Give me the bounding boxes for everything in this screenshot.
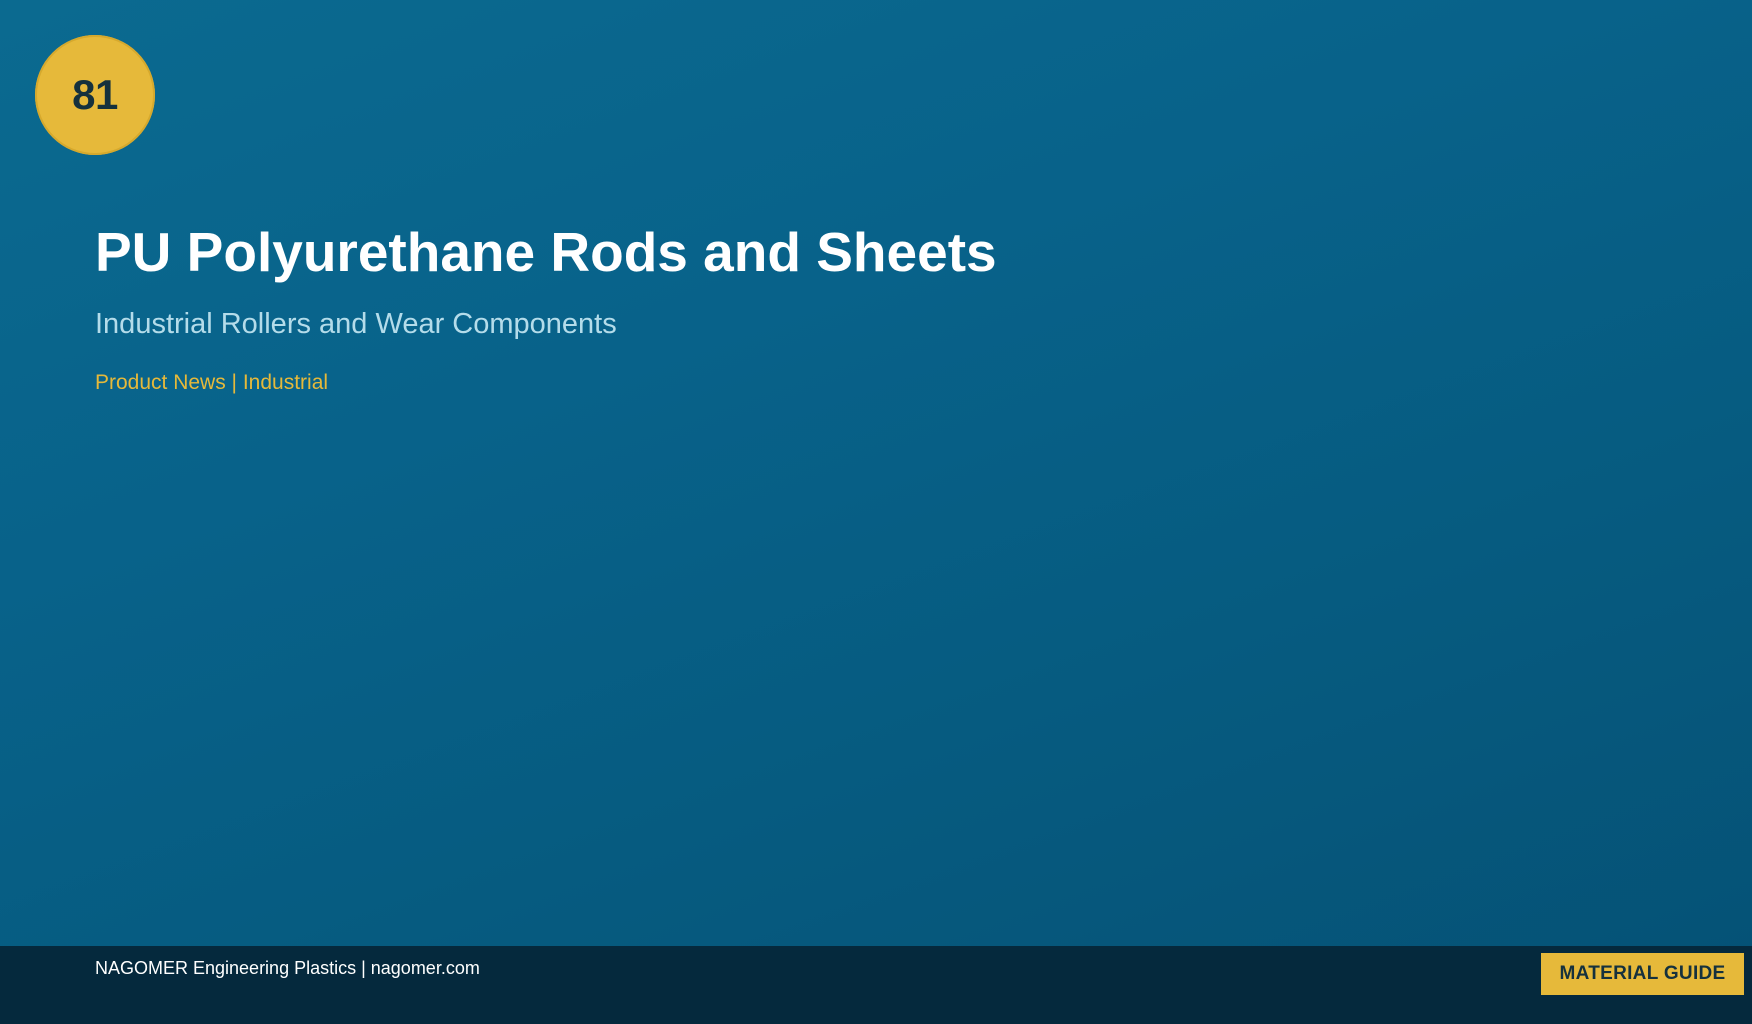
slide: 81 PU Polyurethane Rods and Sheets Indus… xyxy=(0,0,1752,1024)
number-badge: 81 xyxy=(35,35,155,155)
page-title: PU Polyurethane Rods and Sheets xyxy=(95,221,997,283)
material-guide-button[interactable]: MATERIAL GUIDE xyxy=(1541,953,1744,995)
page-subtitle: Industrial Rollers and Wear Components xyxy=(95,308,617,340)
footer-text: NAGOMER Engineering Plastics | nagomer.c… xyxy=(95,958,480,978)
badge-number: 81 xyxy=(72,71,118,118)
category-label: Product News | Industrial xyxy=(95,371,329,394)
footer-bar: NAGOMER Engineering Plastics | nagomer.c… xyxy=(0,946,1752,1024)
